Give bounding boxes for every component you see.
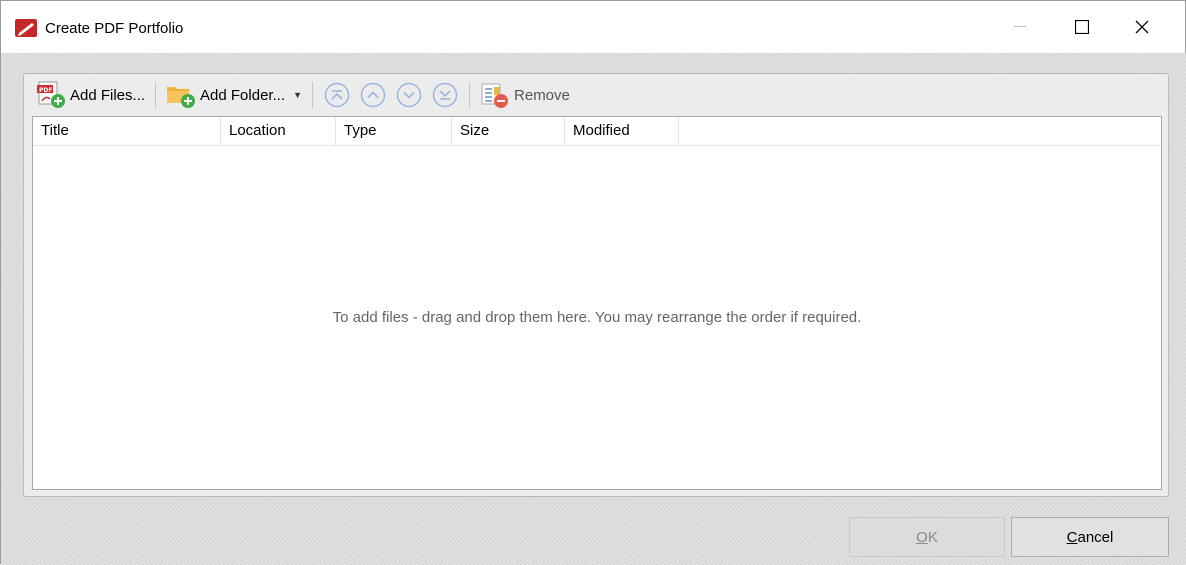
- list-header: Title Location Type Size Modified: [33, 117, 1161, 146]
- toolbar-separator: [312, 82, 314, 108]
- toolbar-separator: [155, 82, 157, 108]
- column-header-size[interactable]: Size: [452, 117, 565, 145]
- move-up-button[interactable]: [359, 81, 387, 109]
- ok-button[interactable]: OK: [849, 517, 1005, 557]
- toolbar-separator: [469, 82, 471, 108]
- move-to-bottom-icon: [432, 82, 458, 108]
- maximize-button[interactable]: [1059, 1, 1105, 53]
- dialog-window: Create PDF Portfolio PDF Add Files... Ad…: [0, 0, 1186, 565]
- add-folder-icon: [167, 87, 196, 108]
- cancel-label: ancel: [1077, 528, 1114, 546]
- svg-text:PDF: PDF: [39, 87, 52, 94]
- empty-list-message: To add files - drag and drop them here. …: [332, 309, 862, 326]
- column-header-modified[interactable]: Modified: [565, 117, 679, 145]
- add-folder-button[interactable]: Add Folder... ▼: [162, 78, 306, 112]
- column-header-location[interactable]: Location: [221, 117, 336, 145]
- remove-label: Remove: [514, 86, 570, 104]
- remove-list-icon: [481, 83, 509, 108]
- title-bar[interactable]: Create PDF Portfolio: [1, 1, 1185, 53]
- move-to-top-icon: [324, 82, 350, 108]
- close-button[interactable]: [1119, 1, 1165, 53]
- chevron-down-icon[interactable]: ▼: [293, 90, 302, 100]
- add-files-label: Add Files...: [70, 86, 146, 104]
- move-down-button[interactable]: [395, 81, 423, 109]
- files-panel: PDF Add Files... Add Folder... ▼ Remove …: [23, 73, 1169, 497]
- minimize-button[interactable]: [997, 1, 1043, 53]
- move-to-top-button[interactable]: [323, 81, 351, 109]
- add-files-button[interactable]: PDF Add Files...: [32, 78, 149, 112]
- add-folder-label: Add Folder...: [200, 86, 286, 104]
- move-up-icon: [360, 82, 386, 108]
- column-header-title[interactable]: Title: [33, 117, 221, 145]
- app-logo-icon: [15, 19, 37, 37]
- column-header-type[interactable]: Type: [336, 117, 452, 145]
- file-list[interactable]: Title Location Type Size Modified To add…: [32, 116, 1162, 490]
- ok-label: K: [927, 528, 938, 546]
- maximize-icon: [1075, 20, 1089, 34]
- toolbar: PDF Add Files... Add Folder... ▼ Remove: [24, 74, 1168, 116]
- close-icon: [1135, 20, 1149, 34]
- cancel-mnemonic: C: [1066, 528, 1078, 546]
- dialog-body: PDF Add Files... Add Folder... ▼ Remove …: [1, 53, 1186, 565]
- cancel-button[interactable]: Cancel: [1011, 517, 1169, 557]
- add-pdf-file-icon: PDF: [37, 81, 65, 108]
- window-title: Create PDF Portfolio: [45, 20, 184, 37]
- remove-button[interactable]: Remove: [476, 78, 574, 112]
- move-to-bottom-button[interactable]: [431, 81, 459, 109]
- ok-mnemonic: O: [916, 528, 928, 546]
- minimize-icon: [1014, 26, 1026, 27]
- move-down-icon: [396, 82, 422, 108]
